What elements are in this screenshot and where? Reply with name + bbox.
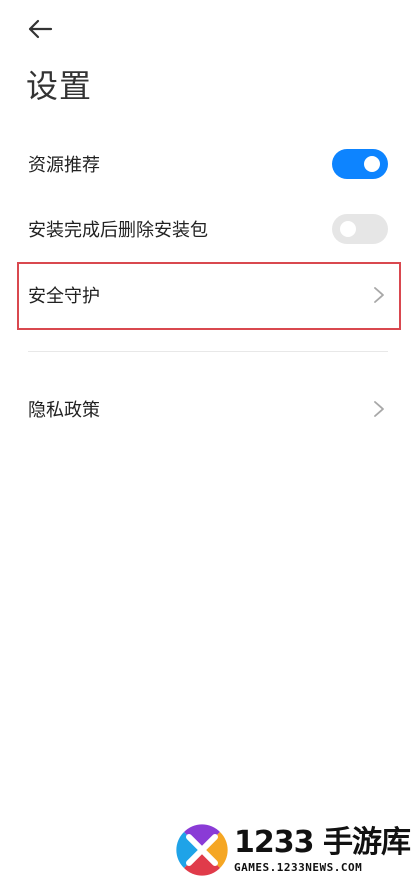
toggle-knob — [340, 221, 356, 237]
setting-row-security[interactable]: 安全守护 — [0, 262, 418, 328]
delete-package-toggle[interactable] — [332, 214, 388, 244]
setting-label-privacy: 隐私政策 — [28, 400, 100, 421]
setting-label-security: 安全守护 — [28, 286, 100, 307]
watermark-url: GAMES.1233NEWS.COM — [234, 860, 363, 874]
site-logo — [176, 823, 228, 876]
section-divider — [28, 351, 388, 352]
setting-row-resource-recommend: 资源推荐 — [0, 132, 418, 196]
setting-label-delete-package: 安装完成后删除安装包 — [28, 220, 208, 241]
setting-label-resource-recommend: 资源推荐 — [28, 155, 100, 176]
watermark-brand: 1233 手游库 — [234, 824, 411, 860]
watermark-text: 1233 手游库 GAMES.1233NEWS.COM — [234, 824, 411, 875]
chevron-right-icon — [374, 401, 384, 417]
page-title: 设置 — [26, 67, 93, 105]
watermark: 1233 手游库 GAMES.1233NEWS.COM — [170, 818, 418, 881]
resource-recommend-toggle[interactable] — [332, 149, 388, 179]
chevron-right-icon — [374, 287, 384, 303]
back-button[interactable] — [22, 14, 58, 44]
setting-row-privacy[interactable]: 隐私政策 — [0, 377, 418, 441]
arrow-left-icon — [28, 19, 53, 39]
toggle-knob — [364, 156, 380, 172]
setting-row-delete-package: 安装完成后删除安装包 — [0, 197, 418, 261]
